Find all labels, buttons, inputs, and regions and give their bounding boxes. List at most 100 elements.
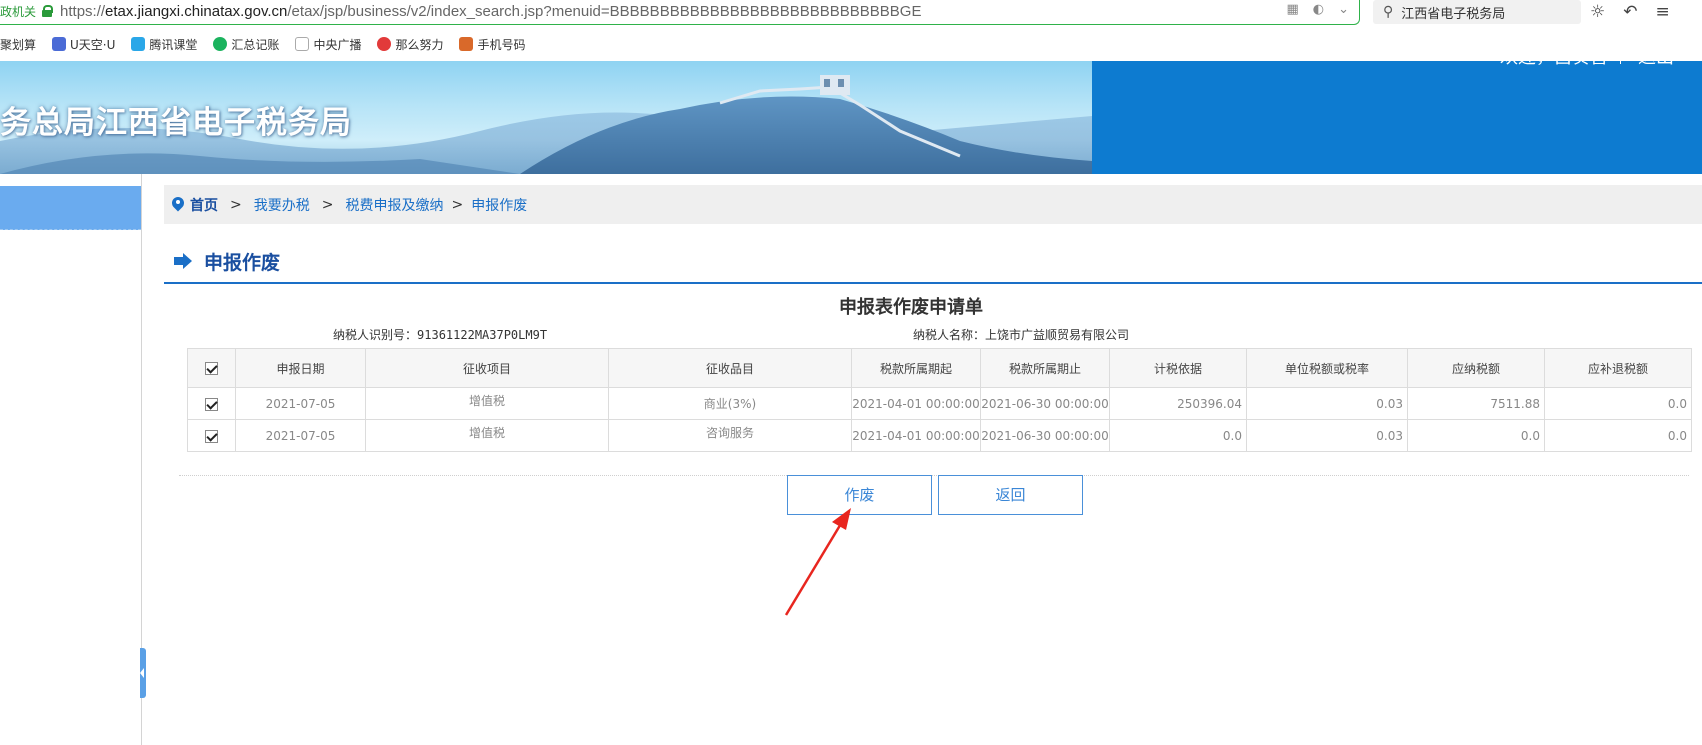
chevron-down-icon[interactable]: ⌄ (1338, 2, 1349, 17)
lock-icon (42, 5, 54, 17)
brightness-icon[interactable]: ☼ (1590, 2, 1605, 22)
taxpayer-name: 纳税人名称：上饶市广益顺贸易有限公司 (913, 326, 1129, 343)
table-cell: 0.0 (1544, 419, 1692, 452)
column-header: 征收项目 (365, 348, 609, 388)
select-all-cell (187, 348, 236, 388)
logout-link[interactable]: 退出 (1638, 43, 1674, 69)
bookmark-item[interactable]: 那么努力 (377, 36, 443, 53)
taxpayer-id-label: 纳税人识别号： (333, 328, 418, 342)
column-header: 税款所属期起 (851, 348, 981, 388)
breadcrumb-separator: > (451, 196, 464, 213)
table-cell: 2021-06-30 00:00:00 (980, 419, 1110, 452)
section-divider (179, 475, 1689, 476)
address-bar[interactable]: 政机关 https://etax.jiangxi.chinatax.gov.cn… (0, 0, 1360, 25)
bookmark-icon (52, 37, 67, 51)
table-cell: 增值税 (365, 387, 609, 420)
column-header: 申报日期 (235, 348, 366, 388)
breadcrumb-item[interactable]: 我要办税 (254, 195, 310, 215)
bookmark-label: 聚划算 (0, 37, 37, 52)
location-pin-icon (172, 197, 184, 213)
search-query: 江西省电子税务局 (1401, 6, 1506, 22)
bookmark-item[interactable]: 汇总记账 (213, 36, 279, 53)
search-icon: ⚲ (1383, 4, 1394, 20)
annotation-arrow-shaft (784, 521, 844, 616)
site-title: 务总局江西省电子税务局 (0, 105, 352, 141)
url-text[interactable]: https://etax.jiangxi.chinatax.gov.cn/eta… (60, 3, 921, 20)
url-tools: ▦ ◐ ⌄ (1286, 2, 1349, 17)
taxpayer-name-value: 上饶市广益顺贸易有限公司 (985, 328, 1130, 342)
row-select-cell (187, 419, 236, 452)
bookmark-label: 手机号码 (477, 37, 526, 52)
secure-label: 政机关 (0, 4, 37, 19)
table-cell: 7511.88 (1407, 387, 1545, 420)
taxpayer-id: 纳税人识别号：91361122MA37P0LM9T (333, 326, 547, 343)
arrow-right-icon (174, 253, 192, 269)
undo-icon[interactable]: ↶ (1623, 2, 1637, 22)
table-cell: 0.0 (1407, 419, 1545, 452)
bookmark-label: 那么努力 (395, 37, 444, 52)
row-checkbox[interactable] (205, 429, 218, 443)
void-button[interactable]: 作废 (787, 475, 932, 515)
compat-mode-icon[interactable]: ◐ (1313, 2, 1324, 17)
table-cell: 增值税 (365, 419, 609, 452)
divider (1620, 42, 1621, 64)
table-cell: 2021-07-05 (235, 387, 366, 420)
table-cell: 2021-04-01 00:00:00 (851, 419, 981, 452)
breadcrumb-item-current[interactable]: 申报作废 (471, 195, 527, 215)
taxpayer-name-label: 纳税人名称： (913, 328, 986, 342)
breadcrumb-home[interactable]: 首页 (190, 195, 218, 215)
table-cell: 商业(3%) (608, 387, 852, 420)
breadcrumb-item[interactable]: 税费申报及缴纳 (345, 195, 443, 215)
bookmark-item[interactable]: 手机号码 (459, 36, 525, 53)
qr-code-icon[interactable]: ▦ (1286, 2, 1298, 17)
table-cell: 0.03 (1246, 387, 1408, 420)
breadcrumb-separator: > (321, 196, 334, 213)
column-header: 应纳税额 (1407, 348, 1545, 388)
browser-actions: ☼ ↶ ≡ (1590, 2, 1670, 22)
url-host: etax.jiangxi.chinatax.gov.cn (105, 2, 288, 20)
column-header: 计税依据 (1109, 348, 1247, 388)
table-cell: 2021-04-01 00:00:00 (851, 387, 981, 420)
page-icon (295, 37, 310, 51)
table-cell: 0.03 (1246, 419, 1408, 452)
row-checkbox[interactable] (205, 397, 218, 411)
banner-user-area (1092, 61, 1702, 174)
breadcrumb: 首页 > 我要办税 > 税费申报及缴纳 > 申报作废 (164, 185, 1702, 224)
bookmark-item[interactable]: U天空·U (52, 36, 115, 53)
table-cell: 2021-07-05 (235, 419, 366, 452)
bookmark-label: 中央广播 (313, 37, 362, 52)
column-header: 单位税额或税率 (1246, 348, 1408, 388)
bookmark-item[interactable]: 聚划算 (0, 36, 36, 53)
declaration-table: 申报日期 征收项目 征收品目 税款所属期起 税款所属期止 计税依据 单位税额或税… (187, 348, 1692, 452)
table-row[interactable]: 2021-07-05 增值税 咨询服务 2021-04-01 00:00:00 … (187, 419, 1692, 452)
site-banner: 务总局江西省电子税务局 (0, 61, 1702, 174)
menu-icon[interactable]: ≡ (1656, 2, 1670, 22)
column-header: 税款所属期止 (980, 348, 1110, 388)
welcome-text: 欢迎，吕奏喜 (1500, 47, 1608, 68)
bookmarks-bar: 聚划算 U天空·U 腾讯课堂 汇总记账 中央广播 那么努力 手机号码 (0, 32, 525, 56)
left-sidebar (0, 174, 146, 745)
select-all-checkbox[interactable] (205, 362, 218, 375)
bookmark-icon (213, 37, 228, 51)
bookmark-icon (131, 37, 146, 51)
back-button[interactable]: 返回 (938, 475, 1083, 515)
row-select-cell (187, 387, 236, 420)
page-title-row: 申报作废 (164, 240, 1702, 284)
browser-search-box[interactable]: ⚲ 江西省电子税务局 (1373, 0, 1581, 24)
column-header: 征收品目 (608, 348, 852, 388)
page-title: 申报作废 (204, 251, 281, 274)
bookmark-icon (377, 37, 392, 51)
breadcrumb-separator: > (230, 196, 242, 213)
sidebar-active-item[interactable] (0, 186, 141, 230)
url-path: /etax/jsp/business/v2/index_search.jsp?m… (287, 2, 922, 20)
bookmark-label: U天空·U (70, 37, 116, 52)
table-cell: 咨询服务 (608, 419, 852, 452)
table-header-row: 申报日期 征收项目 征收品目 税款所属期起 税款所属期止 计税依据 单位税额或税… (187, 348, 1692, 388)
table-cell: 250396.04 (1109, 387, 1247, 420)
table-row[interactable]: 2021-07-05 增值税 商业(3%) 2021-04-01 00:00:0… (187, 387, 1692, 420)
bookmark-item[interactable]: 中央广播 (295, 36, 361, 53)
table-cell: 0.0 (1109, 419, 1247, 452)
sidebar-collapse-handle[interactable] (140, 648, 146, 698)
bookmark-item[interactable]: 腾讯课堂 (131, 36, 197, 53)
url-scheme: https:// (60, 2, 106, 20)
